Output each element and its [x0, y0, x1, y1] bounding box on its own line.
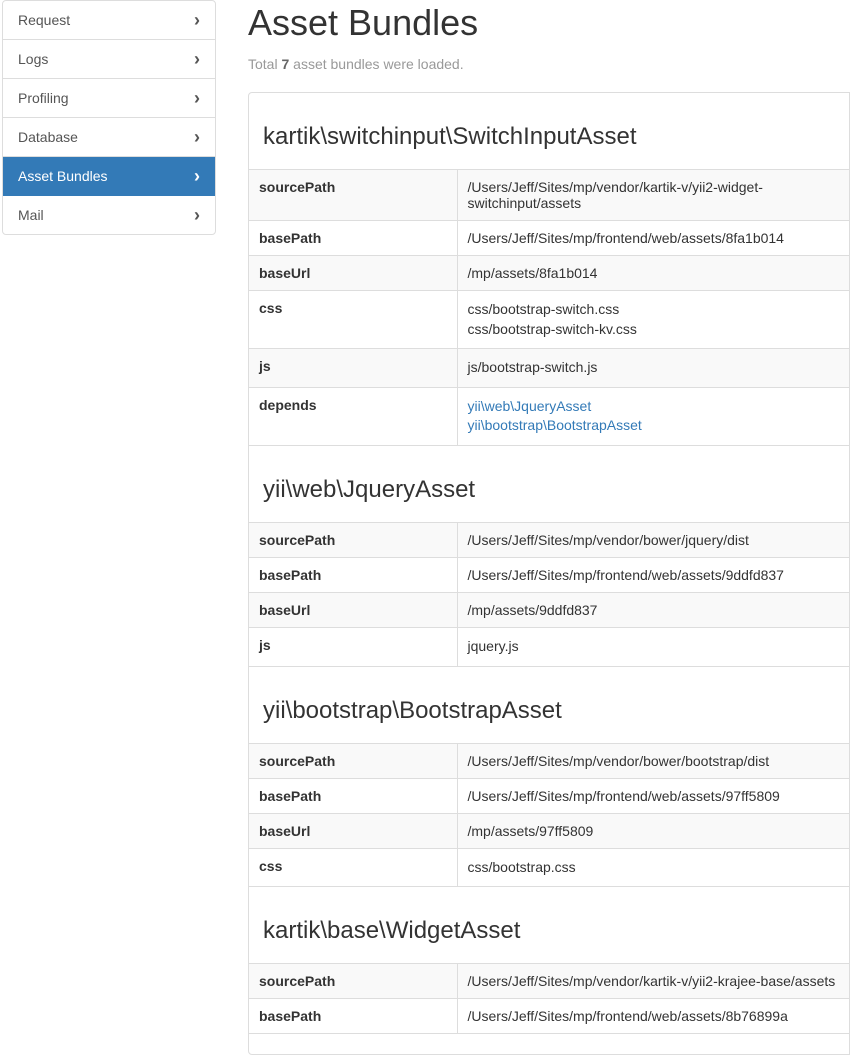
sidebar-item-label: Request — [18, 12, 70, 28]
property-key: js — [249, 349, 457, 388]
table-row: sourcePath/Users/Jeff/Sites/mp/vendor/ka… — [249, 170, 849, 221]
sidebar-item-database[interactable]: Database › — [3, 118, 215, 157]
bundle-table: sourcePath/Users/Jeff/Sites/mp/vendor/ka… — [249, 963, 849, 1034]
property-key: basePath — [249, 221, 457, 256]
bundle-table: sourcePath/Users/Jeff/Sites/mp/vendor/bo… — [249, 522, 849, 667]
table-row: js jquery.js — [249, 627, 849, 666]
bundle-title: yii\bootstrap\BootstrapAsset — [249, 687, 849, 743]
table-row: csscss/bootstrap-switch.csscss/bootstrap… — [249, 291, 849, 349]
property-key: basePath — [249, 999, 457, 1034]
main-content: Asset Bundles Total 7 asset bundles were… — [218, 0, 850, 1055]
property-value-item: jquery.js — [468, 637, 840, 657]
sidebar: Request›Logs›Profiling›Database›Asset Bu… — [0, 0, 218, 1055]
property-key: depends — [249, 387, 457, 445]
sidebar-list: Request›Logs›Profiling›Database›Asset Bu… — [2, 0, 216, 235]
property-key: sourcePath — [249, 170, 457, 221]
property-value: css/bootstrap-switch.csscss/bootstrap-sw… — [457, 291, 849, 349]
bundle-title: kartik\switchinput\SwitchInputAsset — [249, 113, 849, 169]
chevron-right-icon: › — [194, 52, 200, 66]
table-row: sourcePath/Users/Jeff/Sites/mp/vendor/bo… — [249, 743, 849, 778]
chevron-right-icon: › — [194, 91, 200, 105]
table-row: baseUrl/mp/assets/9ddfd837 — [249, 592, 849, 627]
sidebar-item-profiling[interactable]: Profiling › — [3, 79, 215, 118]
property-value-item: css/bootstrap.css — [468, 858, 840, 878]
property-value: /Users/Jeff/Sites/mp/vendor/kartik-v/yii… — [457, 170, 849, 221]
table-row: js js/bootstrap-switch.js — [249, 349, 849, 388]
chevron-right-icon: › — [194, 130, 200, 144]
page-subtitle: Total 7 asset bundles were loaded. — [248, 56, 850, 72]
sidebar-item-label: Logs — [18, 51, 48, 67]
page-title: Asset Bundles — [248, 2, 850, 44]
sidebar-item-label: Database — [18, 129, 78, 145]
property-key: baseUrl — [249, 813, 457, 848]
table-row: css css/bootstrap.css — [249, 848, 849, 887]
property-value: /Users/Jeff/Sites/mp/vendor/bower/jquery… — [457, 522, 849, 557]
dependency-link[interactable]: yii\web\JqueryAsset — [468, 398, 592, 414]
property-key: baseUrl — [249, 256, 457, 291]
property-value: /Users/Jeff/Sites/mp/frontend/web/assets… — [457, 999, 849, 1034]
sidebar-item-logs[interactable]: Logs › — [3, 40, 215, 79]
property-key: basePath — [249, 557, 457, 592]
bundle-table: sourcePath/Users/Jeff/Sites/mp/vendor/ka… — [249, 169, 849, 446]
sidebar-item-label: Asset Bundles — [18, 168, 108, 184]
property-value: /mp/assets/8fa1b014 — [457, 256, 849, 291]
subtitle-before: Total — [248, 56, 281, 72]
table-row: sourcePath/Users/Jeff/Sites/mp/vendor/ka… — [249, 964, 849, 999]
bundles-panel: kartik\switchinput\SwitchInputAssetsourc… — [248, 92, 850, 1055]
table-row: basePath/Users/Jeff/Sites/mp/frontend/we… — [249, 778, 849, 813]
property-value: /Users/Jeff/Sites/mp/frontend/web/assets… — [457, 221, 849, 256]
sidebar-item-mail[interactable]: Mail › — [3, 196, 215, 234]
sidebar-item-label: Mail — [18, 207, 44, 223]
property-key: sourcePath — [249, 522, 457, 557]
chevron-right-icon: › — [194, 208, 200, 222]
bundle-title: yii\web\JqueryAsset — [249, 466, 849, 522]
bundle-title: kartik\base\WidgetAsset — [249, 907, 849, 963]
chevron-right-icon: › — [194, 169, 200, 183]
table-row: depends yii\web\JqueryAsset yii\bootstrap\… — [249, 387, 849, 445]
sidebar-item-asset-bundles[interactable]: Asset Bundles › — [3, 157, 215, 196]
table-row: baseUrl/mp/assets/97ff5809 — [249, 813, 849, 848]
property-value-item: js/bootstrap-switch.js — [468, 358, 840, 378]
property-key: css — [249, 291, 457, 349]
property-value: jquery.js — [457, 627, 849, 666]
property-key: css — [249, 848, 457, 887]
property-value: js/bootstrap-switch.js — [457, 349, 849, 388]
table-row: baseUrl/mp/assets/8fa1b014 — [249, 256, 849, 291]
property-value: css/bootstrap.css — [457, 848, 849, 887]
chevron-right-icon: › — [194, 13, 200, 27]
table-row: basePath/Users/Jeff/Sites/mp/frontend/we… — [249, 557, 849, 592]
property-key: sourcePath — [249, 743, 457, 778]
property-value: /Users/Jeff/Sites/mp/vendor/kartik-v/yii… — [457, 964, 849, 999]
property-key: js — [249, 627, 457, 666]
property-value: /mp/assets/97ff5809 — [457, 813, 849, 848]
property-value: /Users/Jeff/Sites/mp/frontend/web/assets… — [457, 778, 849, 813]
property-value: /Users/Jeff/Sites/mp/frontend/web/assets… — [457, 557, 849, 592]
table-row: sourcePath/Users/Jeff/Sites/mp/vendor/bo… — [249, 522, 849, 557]
property-key: basePath — [249, 778, 457, 813]
sidebar-item-request[interactable]: Request › — [3, 1, 215, 40]
property-value: /Users/Jeff/Sites/mp/vendor/bower/bootst… — [457, 743, 849, 778]
property-key: sourcePath — [249, 964, 457, 999]
property-value-item: css/bootstrap-switch-kv.css — [468, 320, 840, 340]
property-key: baseUrl — [249, 592, 457, 627]
property-value: yii\web\JqueryAsset yii\bootstrap\Bootstr… — [457, 387, 849, 445]
table-row: basePath/Users/Jeff/Sites/mp/frontend/we… — [249, 999, 849, 1034]
bundle-table: sourcePath/Users/Jeff/Sites/mp/vendor/bo… — [249, 743, 849, 888]
table-row: basePath/Users/Jeff/Sites/mp/frontend/we… — [249, 221, 849, 256]
sidebar-item-label: Profiling — [18, 90, 69, 106]
property-value: /mp/assets/9ddfd837 — [457, 592, 849, 627]
dependency-link[interactable]: yii\bootstrap\BootstrapAsset — [468, 417, 642, 433]
property-value-item: css/bootstrap-switch.css — [468, 300, 840, 320]
subtitle-after: asset bundles were loaded. — [289, 56, 463, 72]
